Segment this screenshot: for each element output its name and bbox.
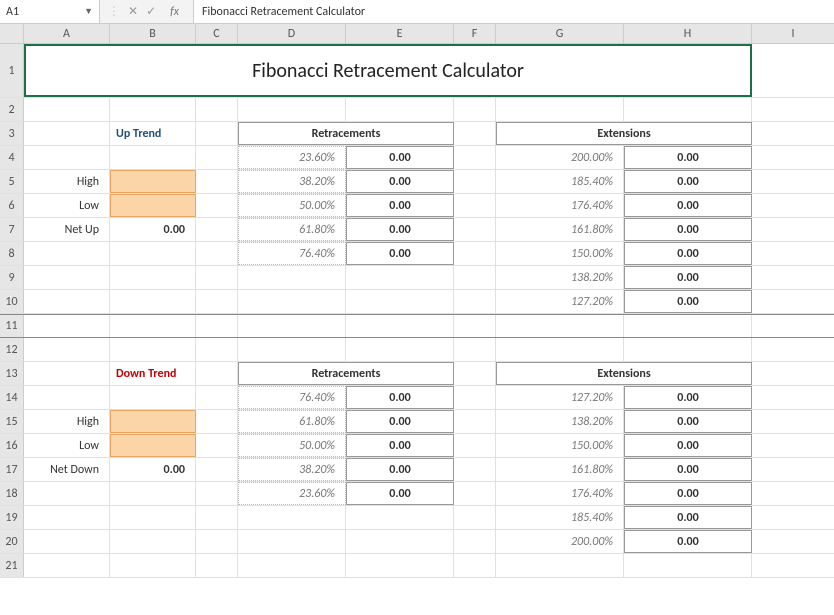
retracements-header[interactable]: Retracements [238,122,454,145]
col-header-B[interactable]: B [110,24,196,43]
net-label-down[interactable]: Net Down [24,458,110,481]
column-headers: A B C D E F G H I [0,24,834,44]
row-21: 21 [0,554,834,578]
row-20: 20 200.00% 0.00 [0,530,834,554]
row-header-1[interactable]: 1 [0,44,24,97]
ret-val[interactable]: 0.00 [346,146,454,169]
formula-text: Fibonacci Retracement Calculator [202,5,365,19]
row-8: 8 76.40% 0.00 150.00% 0.00 [0,242,834,266]
name-box[interactable]: A1 ▼ [0,0,100,23]
name-box-value: A1 [6,5,19,19]
row-10: 10 127.20% 0.00 [0,290,834,314]
row-7: 7 Net Up 0.00 61.80% 0.00 161.80% 0.00 [0,218,834,242]
extensions-header[interactable]: Extensions [496,122,752,145]
net-label[interactable]: Net Up [24,218,110,241]
ret-pct[interactable]: 23.60% [238,146,346,169]
row-6: 6 Low 50.00% 0.00 176.40% 0.00 [0,194,834,218]
down-trend-heading[interactable]: Down Trend [110,362,196,385]
chevron-down-icon[interactable]: ▼ [84,6,93,17]
up-trend-heading[interactable]: Up Trend [110,122,196,145]
row-5: 5 High 38.20% 0.00 185.40% 0.00 [0,170,834,194]
net-value-down[interactable]: 0.00 [110,458,196,481]
high-label[interactable]: High [24,170,110,193]
formula-input[interactable]: Fibonacci Retracement Calculator [194,0,834,23]
select-all-corner[interactable] [0,24,24,43]
row-13: 13 Down Trend Retracements Extensions [0,362,834,386]
title-cell[interactable]: Fibonacci Retracement Calculator [24,44,752,97]
row-11: 11 [0,314,834,338]
ext-val[interactable]: 0.00 [624,146,752,169]
col-header-H[interactable]: H [624,24,752,43]
fx-icon[interactable]: fx [164,5,185,19]
sheet-title: Fibonacci Retracement Calculator [252,59,524,83]
row-3: 3 Up Trend Retracements Extensions [0,122,834,146]
col-header-D[interactable]: D [238,24,346,43]
high-input-down[interactable] [110,410,196,433]
net-value[interactable]: 0.00 [110,218,196,241]
ext-pct[interactable]: 200.00% [496,146,624,169]
row-2: 2 [0,98,834,122]
high-label-down[interactable]: High [24,410,110,433]
low-label-down[interactable]: Low [24,434,110,457]
cancel-icon[interactable]: ✕ [128,4,138,19]
confirm-icon[interactable]: ✓ [146,4,156,19]
row-12: 12 [0,338,834,362]
low-input[interactable] [110,194,196,217]
col-header-I[interactable]: I [752,24,834,43]
col-header-G[interactable]: G [496,24,624,43]
row-header-2[interactable]: 2 [0,98,24,121]
retracements-header-down[interactable]: Retracements [238,362,454,385]
row-header-3[interactable]: 3 [0,122,24,145]
row-4: 4 23.60% 0.00 200.00% 0.00 [0,146,834,170]
row-16: 16 Low 50.00% 0.00 150.00% 0.00 [0,434,834,458]
row-15: 15 High 61.80% 0.00 138.20% 0.00 [0,410,834,434]
extensions-header-down[interactable]: Extensions [496,362,752,385]
row-18: 18 23.60% 0.00 176.40% 0.00 [0,482,834,506]
row-14: 14 76.40% 0.00 127.20% 0.00 [0,386,834,410]
low-input-down[interactable] [110,434,196,457]
high-input[interactable] [110,170,196,193]
cell-I1[interactable] [752,44,834,97]
col-header-C[interactable]: C [196,24,238,43]
formula-controls: ⋮ ✕ ✓ fx [100,0,194,23]
divider: ⋮ [108,4,120,19]
low-label[interactable]: Low [24,194,110,217]
formula-bar: A1 ▼ ⋮ ✕ ✓ fx Fibonacci Retracement Calc… [0,0,834,24]
row-1: 1 Fibonacci Retracement Calculator [0,44,834,98]
row-19: 19 185.40% 0.00 [0,506,834,530]
col-header-F[interactable]: F [454,24,496,43]
col-header-E[interactable]: E [346,24,454,43]
col-header-A[interactable]: A [24,24,110,43]
row-9: 9 138.20% 0.00 [0,266,834,290]
row-17: 17 Net Down 0.00 38.20% 0.00 161.80% 0.0… [0,458,834,482]
